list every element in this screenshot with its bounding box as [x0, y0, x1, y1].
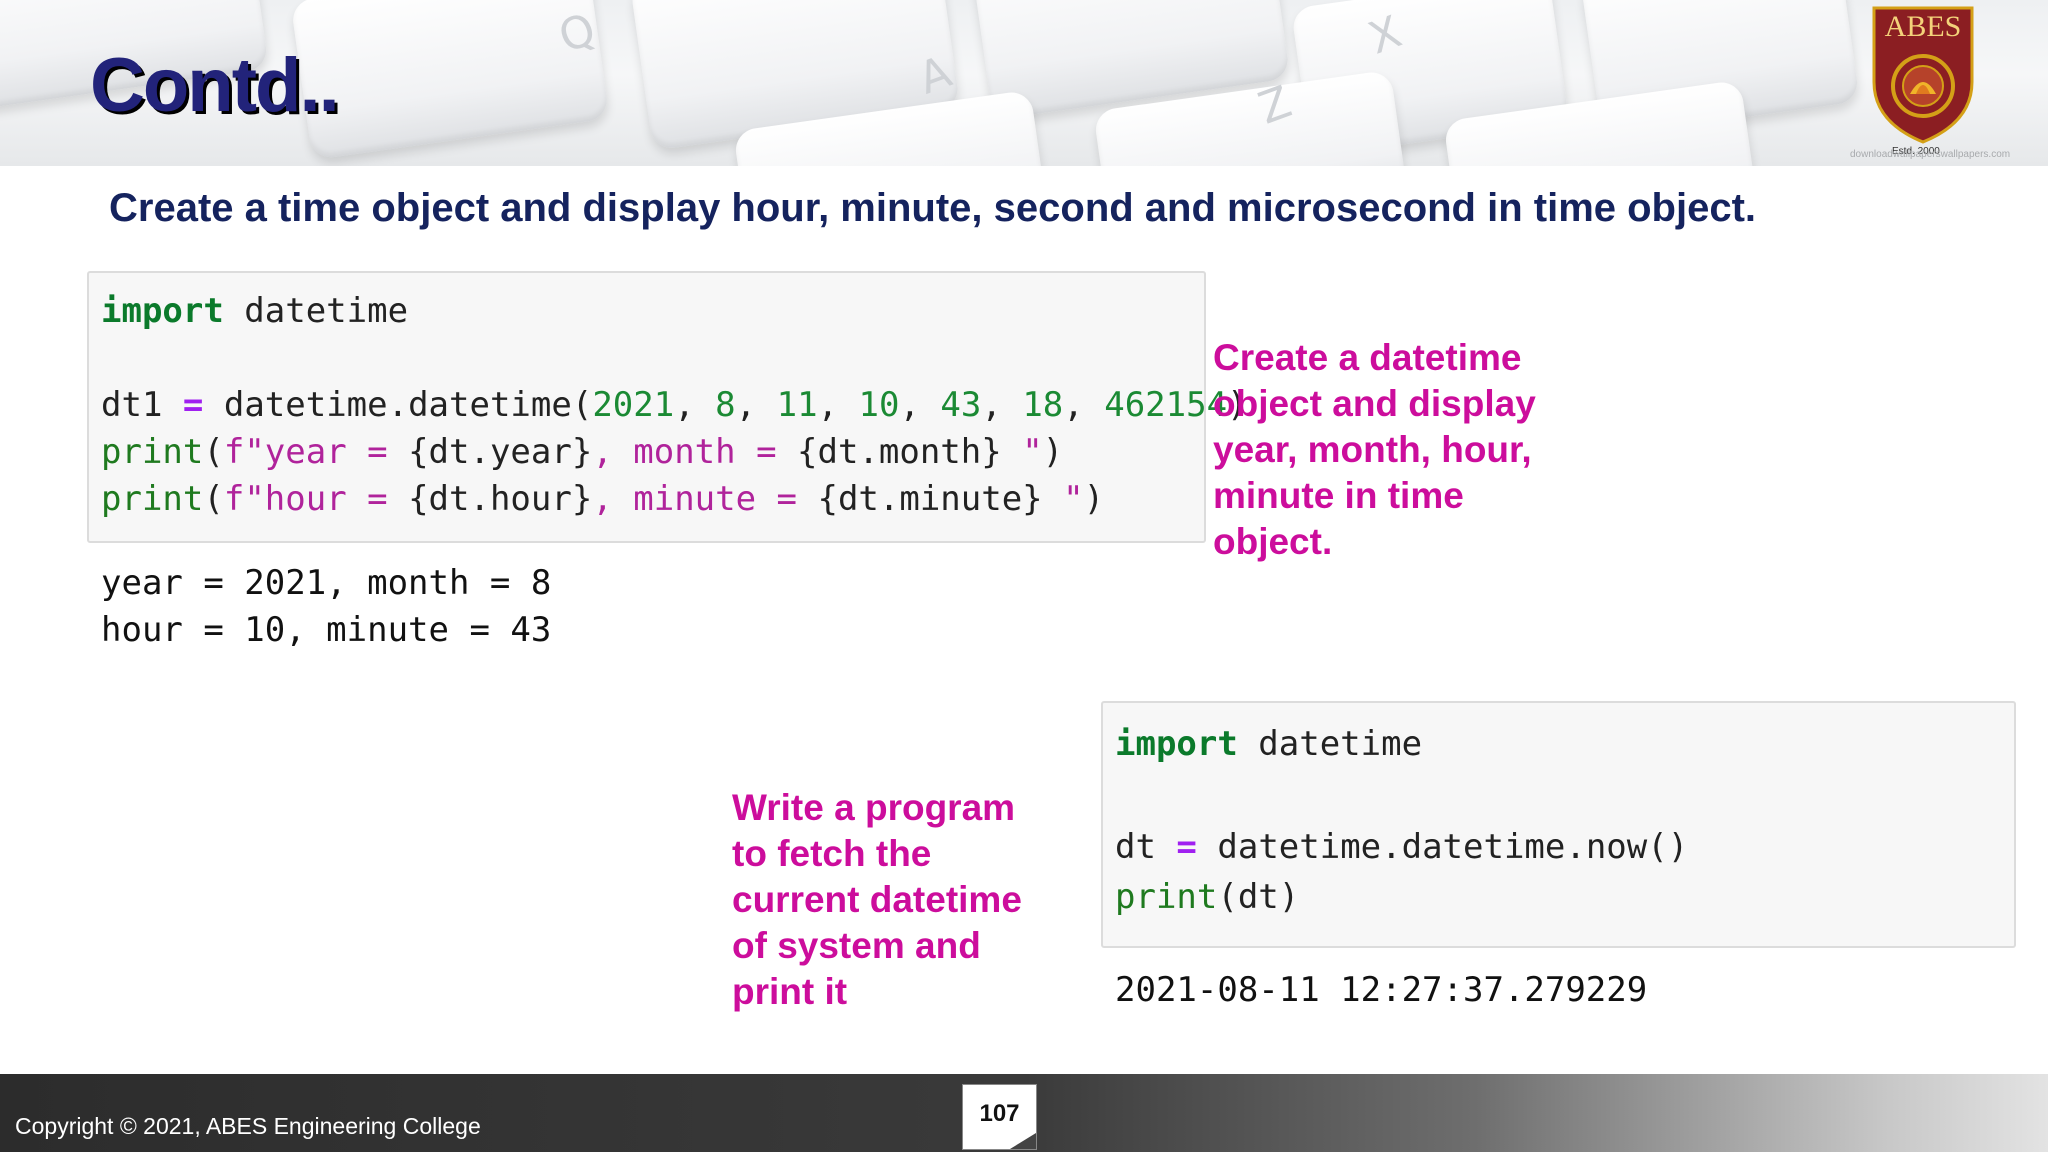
- output-line: year = 2021, month = 8: [101, 563, 552, 603]
- abes-logo: ABES: [1872, 6, 1974, 144]
- code-line: print(f"hour = {dt.hour}, minute = {dt.m…: [101, 479, 1105, 519]
- copyright-text: Copyright © 2021, ABES Engineering Colle…: [15, 1113, 481, 1139]
- code-line: dt1 = datetime.datetime(2021, 8, 11, 10,…: [101, 385, 1248, 425]
- output-line: 2021-08-11 12:27:37.279229: [1115, 970, 1648, 1010]
- wallpaper-watermark: downloadwallpaperswallpapers.com: [1850, 149, 2011, 160]
- code-line: import datetime: [1115, 724, 1423, 764]
- code-cell-1: import datetime dt1 = datetime.datetime(…: [87, 271, 1248, 543]
- logo-text: ABES: [1885, 10, 1962, 43]
- slide-title: Contd..: [90, 43, 340, 128]
- note-2: Write a program to fetch the current dat…: [732, 787, 1022, 1012]
- question-text: Create a time object and display hour, m…: [109, 186, 1757, 230]
- page-number: 107: [979, 1100, 1020, 1127]
- code-line: print(dt): [1115, 877, 1300, 917]
- code-line: dt = datetime.datetime.now(): [1115, 827, 1689, 867]
- page-number-box: 107: [962, 1084, 1037, 1150]
- output-line: hour = 10, minute = 43: [101, 610, 552, 650]
- code-line: print(f"year = {dt.year}, month = {dt.mo…: [101, 432, 1064, 472]
- code-cell-2: import datetime dt = datetime.datetime.n…: [1101, 701, 2016, 948]
- note-1: Create a datetime object and display yea…: [1213, 337, 1536, 562]
- page-fold-icon: [1010, 1133, 1036, 1149]
- code-line: import datetime: [101, 291, 409, 331]
